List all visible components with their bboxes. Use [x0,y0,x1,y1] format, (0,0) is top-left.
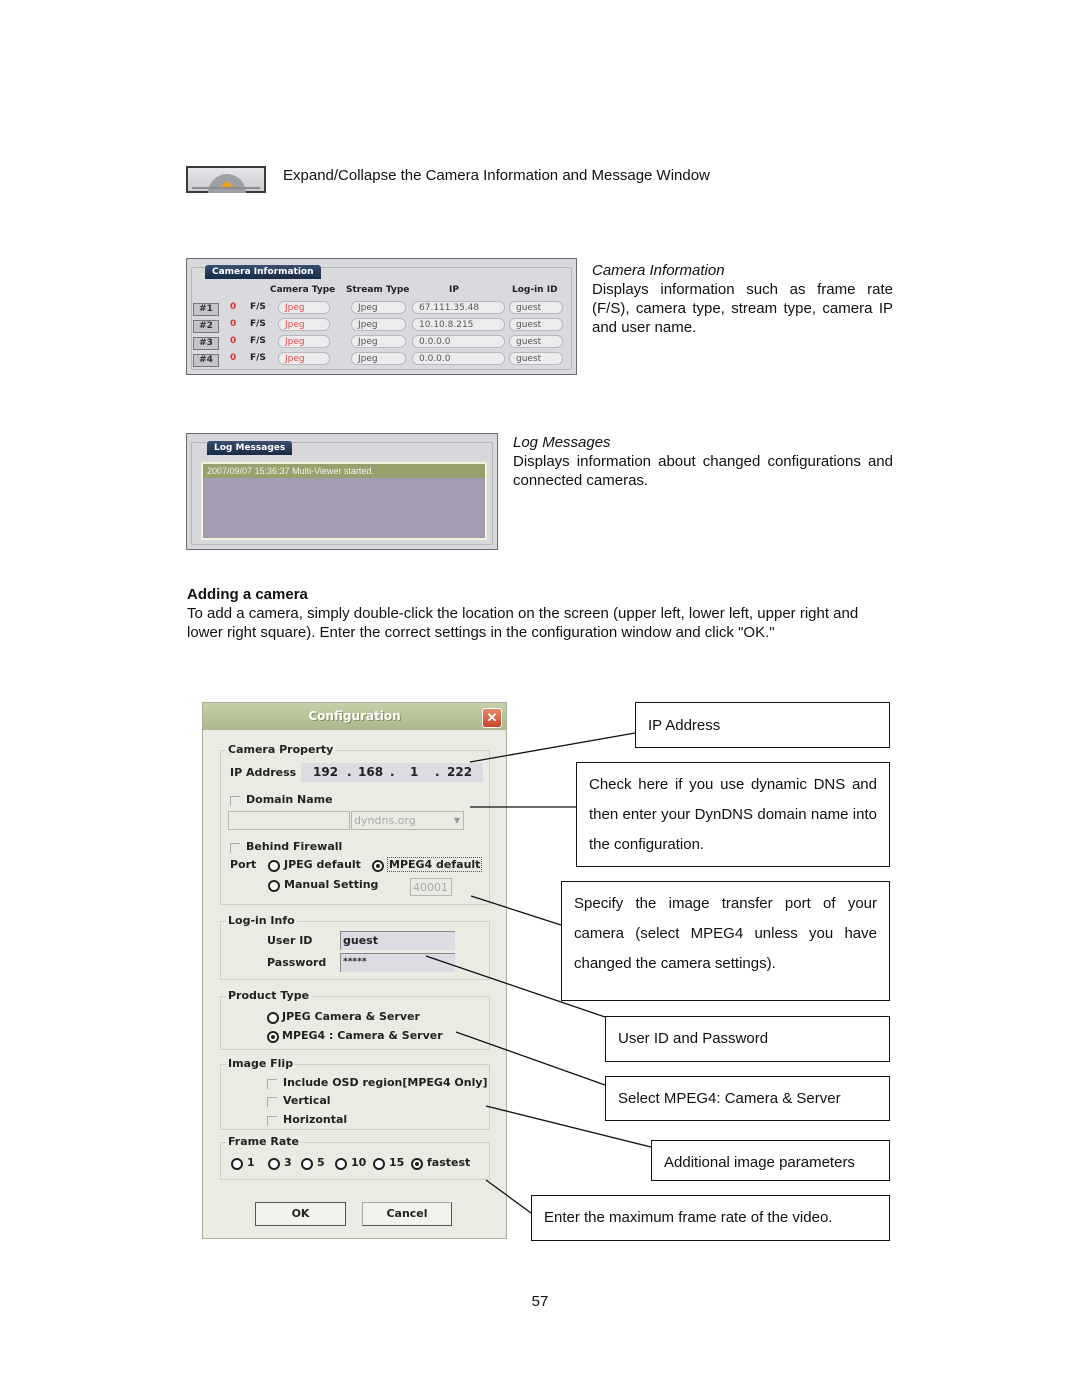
callout-frame-rate: Enter the maximum frame rate of the vide… [531,1195,890,1241]
page-number: 57 [531,1293,549,1310]
callout-port: Specify the image transfer port of your … [561,881,890,1001]
callout-text: Check here if you use dynamic DNS and th… [589,776,877,853]
callout-image-params: Additional image parameters [651,1140,890,1181]
callout-text: Additional image parameters [664,1154,855,1171]
connector-product [455,1031,606,1086]
connector-framerate [485,1179,532,1214]
callout-dynamic-dns: Check here if you use dynamic DNS and th… [576,762,890,867]
callout-text: User ID and Password [618,1030,769,1047]
callout-user-password: User ID and Password [605,1016,890,1062]
callout-connectors [425,732,652,1214]
callout-text: Specify the image transfer port of your … [574,895,877,972]
connector-port [470,895,562,926]
callout-text: Enter the maximum frame rate of the vide… [544,1209,833,1226]
connector-ip [469,732,636,763]
callout-text: Select MPEG4: Camera & Server [618,1090,841,1107]
callout-text: IP Address [648,717,721,734]
callout-ip-address: IP Address [635,702,890,748]
callout-product-type: Select MPEG4: Camera & Server [605,1076,890,1121]
